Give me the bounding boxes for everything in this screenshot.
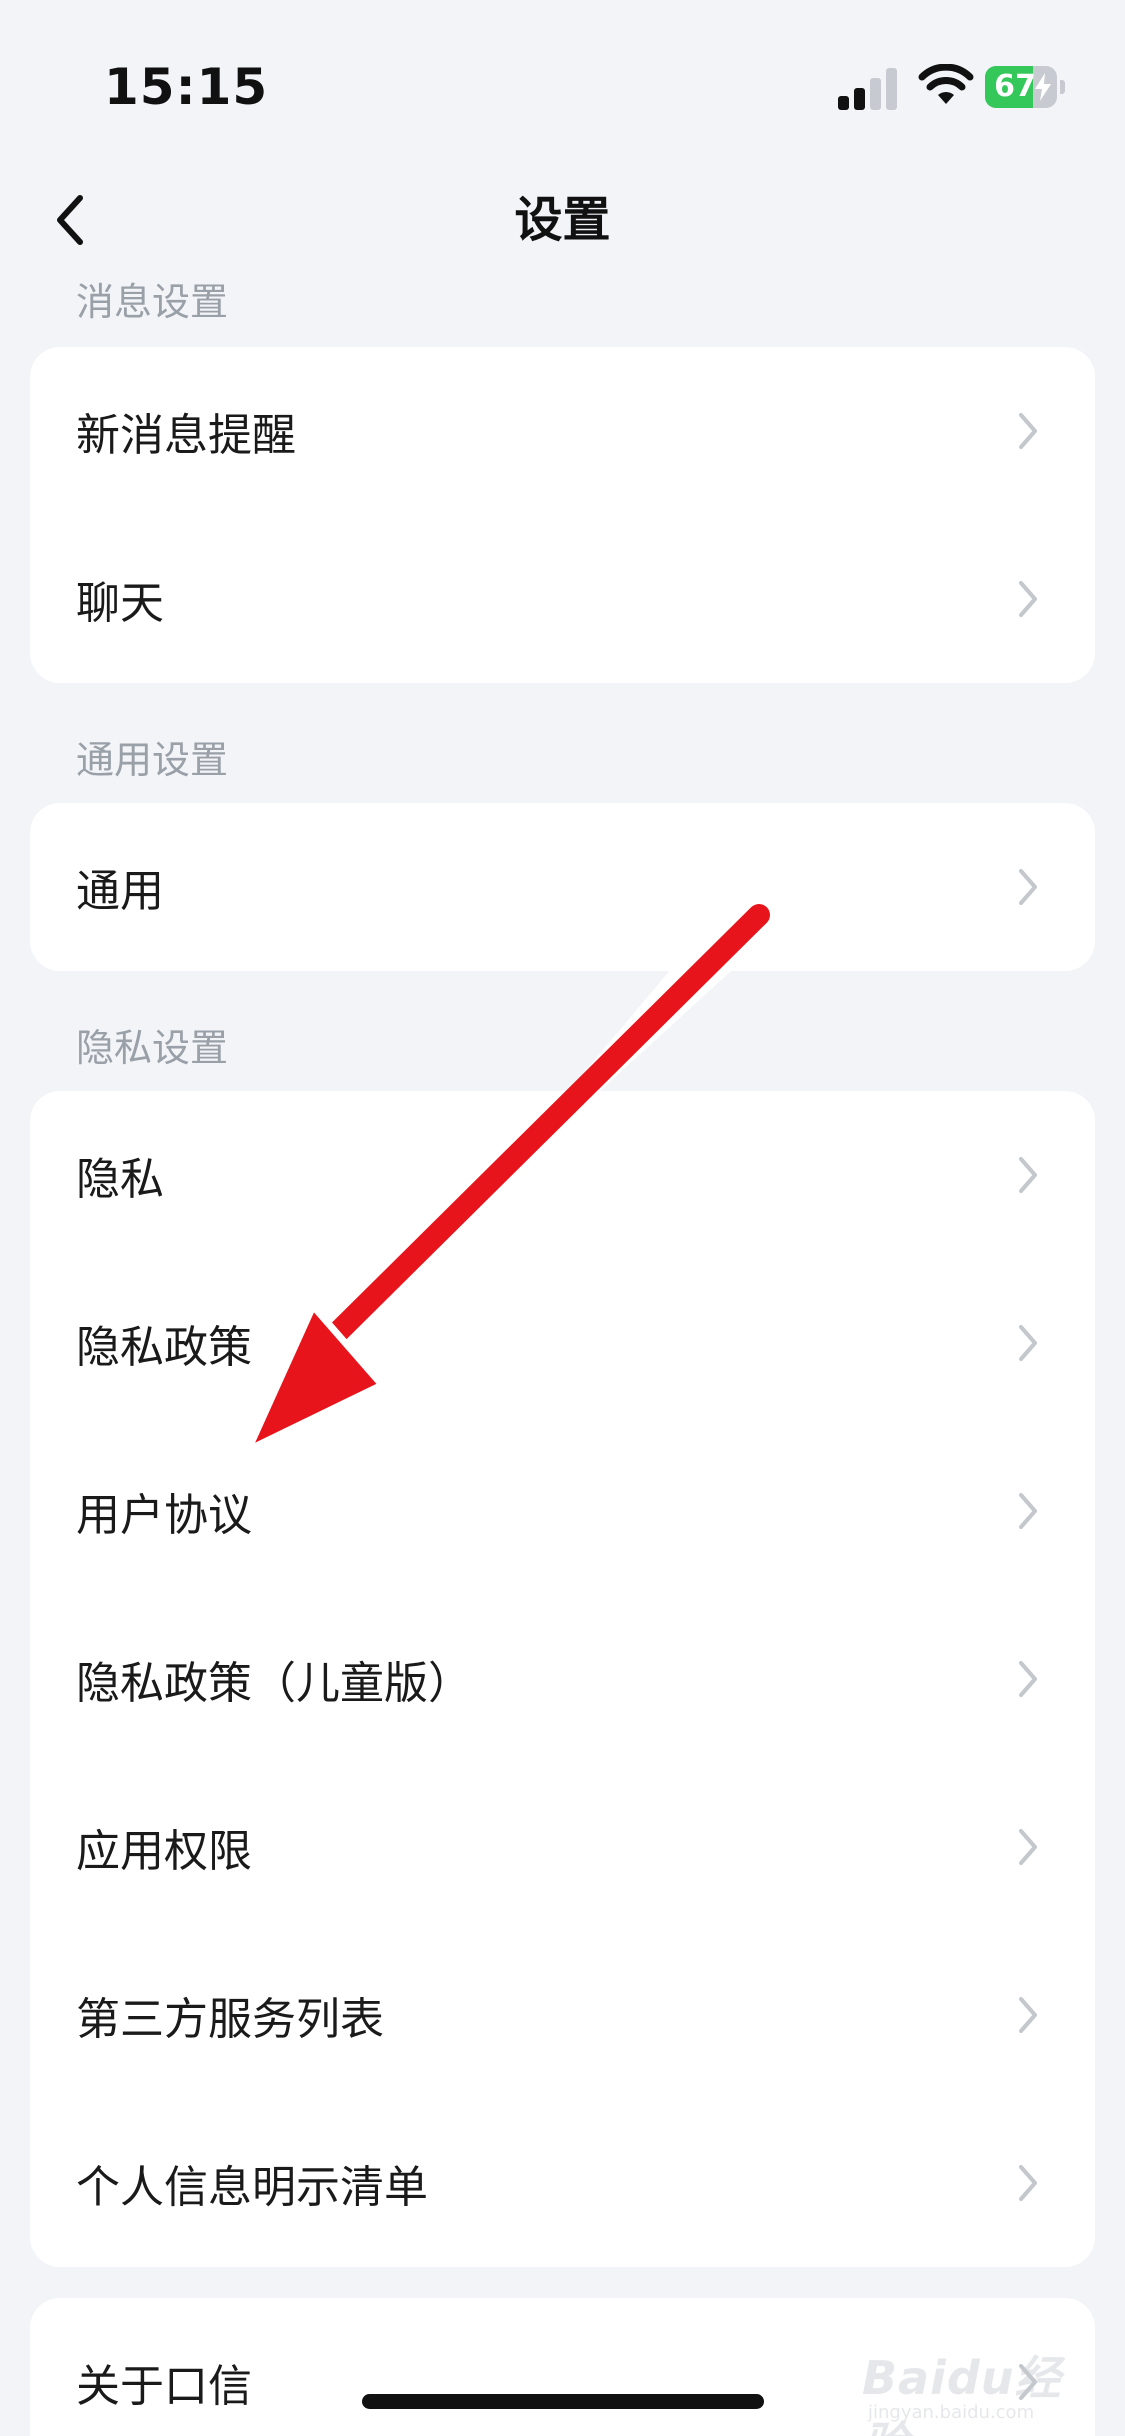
chevron-right-icon	[1019, 1157, 1037, 1193]
watermark-sub: jingyan.baidu.com	[868, 2402, 1035, 2423]
row-label: 用户协议	[76, 1490, 252, 1541]
settings-row-general[interactable]: 通用	[30, 803, 1095, 971]
watermark: Baidu经验 jingyan.baidu.com	[862, 2312, 1072, 2436]
chevron-right-icon	[1019, 1661, 1037, 1697]
chevron-right-icon	[1019, 1493, 1037, 1529]
settings-row-chat[interactable]: 聊天	[30, 515, 1095, 683]
row-label: 隐私政策	[76, 1322, 252, 1373]
chevron-right-icon	[1019, 581, 1037, 617]
status-bar: 15:15 67	[0, 0, 1125, 170]
card-message-settings: 新消息提醒 聊天	[30, 347, 1095, 683]
settings-screen: 15:15 67 设置 消息设置 新消息提醒 聊天 通用设置 通用 隐私设置 隐…	[0, 0, 1125, 2436]
row-label: 关于口信	[76, 2361, 252, 2412]
settings-row-app-permissions[interactable]: 应用权限	[30, 1763, 1095, 1931]
chevron-left-icon	[57, 195, 83, 245]
card-privacy-settings: 隐私 隐私政策 用户协议 隐私政策（儿童版） 应用权限 第三方服务列表 个人信息…	[30, 1091, 1095, 2267]
row-label: 第三方服务列表	[76, 1994, 384, 2045]
navigation-bar: 设置	[0, 170, 1125, 270]
settings-row-privacy-policy[interactable]: 隐私政策	[30, 1259, 1095, 1427]
status-time: 15:15	[104, 58, 269, 116]
page-title: 设置	[514, 192, 611, 248]
card-general-settings: 通用	[30, 803, 1095, 971]
battery-icon: 67	[985, 66, 1065, 108]
settings-row-new-message-alert[interactable]: 新消息提醒	[30, 347, 1095, 515]
chevron-right-icon	[1019, 1829, 1037, 1865]
row-label: 聊天	[76, 578, 164, 629]
section-header-privacy: 隐私设置	[76, 1026, 229, 1070]
signal-icon	[838, 68, 897, 110]
row-label: 新消息提醒	[76, 410, 296, 461]
chevron-right-icon	[1019, 2165, 1037, 2201]
row-label: 隐私	[76, 1154, 164, 1205]
back-button[interactable]	[30, 180, 110, 260]
section-header-message: 消息设置	[76, 280, 229, 324]
settings-row-user-agreement[interactable]: 用户协议	[30, 1427, 1095, 1595]
chevron-right-icon	[1019, 413, 1037, 449]
row-label: 个人信息明示清单	[76, 2162, 428, 2213]
battery-cap	[1060, 80, 1065, 94]
row-label: 应用权限	[76, 1826, 252, 1877]
row-label: 通用	[76, 866, 164, 917]
chevron-right-icon	[1019, 869, 1037, 905]
chevron-right-icon	[1019, 1997, 1037, 2033]
settings-row-privacy-policy-children[interactable]: 隐私政策（儿童版）	[30, 1595, 1095, 1763]
charging-bolt-icon	[1035, 73, 1051, 101]
settings-row-privacy[interactable]: 隐私	[30, 1091, 1095, 1259]
section-header-general: 通用设置	[76, 738, 229, 782]
settings-row-personal-info-list[interactable]: 个人信息明示清单	[30, 2099, 1095, 2267]
settings-row-third-party-services[interactable]: 第三方服务列表	[30, 1931, 1095, 2099]
wifi-icon	[918, 64, 974, 104]
chevron-right-icon	[1019, 1325, 1037, 1361]
row-label: 隐私政策（儿童版）	[76, 1658, 472, 1709]
home-indicator[interactable]	[362, 2394, 764, 2409]
